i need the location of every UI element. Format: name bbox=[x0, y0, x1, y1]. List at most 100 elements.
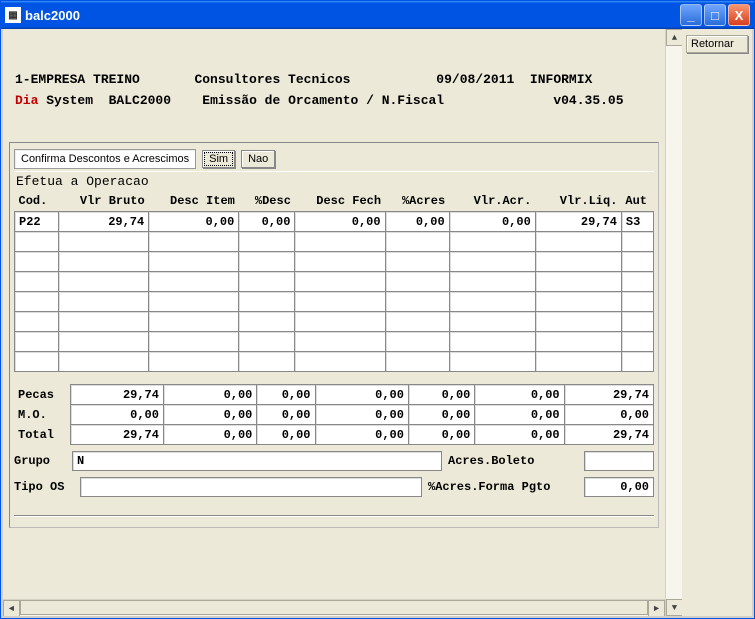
cell-desc_item[interactable] bbox=[149, 292, 239, 312]
cell-cod[interactable] bbox=[15, 232, 59, 252]
cell-aut[interactable] bbox=[621, 252, 653, 272]
cell-vlr_acr[interactable] bbox=[449, 232, 535, 252]
cell-desc_fech[interactable] bbox=[295, 252, 385, 272]
cell-cod[interactable] bbox=[15, 332, 59, 352]
cell-vlr_acr[interactable] bbox=[449, 252, 535, 272]
vertical-scrollbar[interactable]: ▲ ▼ bbox=[665, 29, 682, 616]
cell-vlr_liq[interactable] bbox=[535, 332, 621, 352]
cell-aut[interactable]: S3 bbox=[621, 212, 653, 232]
cell-vlr_bruto[interactable] bbox=[59, 332, 149, 352]
minimize-button[interactable]: _ bbox=[680, 4, 702, 26]
cell-vlr_acr[interactable] bbox=[449, 312, 535, 332]
cell-desc_fech[interactable] bbox=[295, 332, 385, 352]
cell-vlr_acr[interactable] bbox=[449, 352, 535, 372]
cell-desc_fech[interactable]: 0,00 bbox=[295, 212, 385, 232]
cell-pct_desc[interactable] bbox=[239, 272, 295, 292]
cell-desc_item[interactable] bbox=[149, 352, 239, 372]
cell-desc_item[interactable]: 0,00 bbox=[149, 212, 239, 232]
cell-cod[interactable] bbox=[15, 272, 59, 292]
cell-vlr_liq[interactable] bbox=[535, 352, 621, 372]
cell-aut[interactable] bbox=[621, 332, 653, 352]
mo-desc-item: 0,00 bbox=[163, 405, 256, 425]
maximize-button[interactable]: □ bbox=[704, 4, 726, 26]
cell-desc_item[interactable] bbox=[149, 272, 239, 292]
grupo-row: Grupo N Acres.Boleto bbox=[14, 451, 654, 471]
cell-vlr_bruto[interactable] bbox=[59, 232, 149, 252]
window-title: balc2000 bbox=[25, 8, 680, 23]
cell-pct_acres[interactable] bbox=[385, 232, 449, 252]
cell-pct_desc[interactable] bbox=[239, 252, 295, 272]
cell-vlr_bruto[interactable] bbox=[59, 292, 149, 312]
hscroll-thumb[interactable] bbox=[20, 600, 648, 615]
cell-pct_acres[interactable] bbox=[385, 252, 449, 272]
cell-vlr_bruto[interactable] bbox=[59, 252, 149, 272]
cell-aut[interactable] bbox=[621, 312, 653, 332]
cell-vlr_acr[interactable] bbox=[449, 272, 535, 292]
cell-desc_item[interactable] bbox=[149, 332, 239, 352]
cell-vlr_liq[interactable] bbox=[535, 272, 621, 292]
cell-pct_acres[interactable] bbox=[385, 352, 449, 372]
acres-boleto-field[interactable] bbox=[584, 451, 654, 471]
cell-pct_acres[interactable] bbox=[385, 292, 449, 312]
cell-vlr_liq[interactable] bbox=[535, 232, 621, 252]
cell-cod[interactable] bbox=[15, 312, 59, 332]
col-vlr-liq: Vlr.Liq. bbox=[535, 191, 621, 212]
scroll-down-icon[interactable]: ▼ bbox=[666, 599, 683, 616]
cell-pct_desc[interactable] bbox=[239, 332, 295, 352]
cell-aut[interactable] bbox=[621, 292, 653, 312]
cell-cod[interactable] bbox=[15, 252, 59, 272]
cell-cod[interactable] bbox=[15, 352, 59, 372]
pct-acres-pgto-field[interactable]: 0,00 bbox=[584, 477, 654, 497]
scroll-left-icon[interactable]: ◄ bbox=[3, 600, 20, 616]
horizontal-scrollbar[interactable]: ◄ ► bbox=[3, 599, 665, 616]
close-button[interactable]: X bbox=[728, 4, 750, 26]
cell-desc_item[interactable] bbox=[149, 252, 239, 272]
tipoos-field[interactable] bbox=[80, 477, 422, 497]
cell-pct_desc[interactable] bbox=[239, 352, 295, 372]
sim-button[interactable]: Sim bbox=[202, 150, 235, 168]
scroll-right-icon[interactable]: ► bbox=[648, 600, 665, 616]
cell-pct_acres[interactable]: 0,00 bbox=[385, 212, 449, 232]
cell-desc_fech[interactable] bbox=[295, 312, 385, 332]
cell-cod[interactable] bbox=[15, 292, 59, 312]
cell-vlr_liq[interactable]: 29,74 bbox=[535, 212, 621, 232]
app-icon: ▦ bbox=[5, 7, 21, 23]
cell-vlr_bruto[interactable]: 29,74 bbox=[59, 212, 149, 232]
cell-pct_acres[interactable] bbox=[385, 332, 449, 352]
cell-pct_desc[interactable] bbox=[239, 312, 295, 332]
cell-vlr_liq[interactable] bbox=[535, 312, 621, 332]
cell-vlr_bruto[interactable] bbox=[59, 352, 149, 372]
total-vlr-acr: 0,00 bbox=[475, 425, 564, 445]
cell-desc_item[interactable] bbox=[149, 312, 239, 332]
cell-aut[interactable] bbox=[621, 352, 653, 372]
cell-pct_desc[interactable] bbox=[239, 292, 295, 312]
cell-pct_acres[interactable] bbox=[385, 272, 449, 292]
cell-vlr_liq[interactable] bbox=[535, 252, 621, 272]
cell-cod[interactable]: P22 bbox=[15, 212, 59, 232]
cell-pct_acres[interactable] bbox=[385, 312, 449, 332]
efetua-label: Efetua a Operacao bbox=[14, 171, 654, 191]
cell-vlr_acr[interactable]: 0,00 bbox=[449, 212, 535, 232]
cell-pct_desc[interactable] bbox=[239, 232, 295, 252]
tipoos-label: Tipo OS bbox=[14, 480, 74, 494]
cell-vlr_acr[interactable] bbox=[449, 332, 535, 352]
cell-vlr_bruto[interactable] bbox=[59, 312, 149, 332]
grupo-field[interactable]: N bbox=[72, 451, 442, 471]
cell-pct_desc[interactable]: 0,00 bbox=[239, 212, 295, 232]
cell-aut[interactable] bbox=[621, 232, 653, 252]
retornar-button[interactable]: Retornar bbox=[686, 35, 748, 53]
cell-aut[interactable] bbox=[621, 272, 653, 292]
cell-vlr_liq[interactable] bbox=[535, 292, 621, 312]
mo-desc-fech: 0,00 bbox=[315, 405, 408, 425]
cell-desc_fech[interactable] bbox=[295, 272, 385, 292]
cell-desc_fech[interactable] bbox=[295, 352, 385, 372]
nao-button[interactable]: Nao bbox=[241, 150, 275, 168]
cell-vlr_acr[interactable] bbox=[449, 292, 535, 312]
cell-vlr_bruto[interactable] bbox=[59, 272, 149, 292]
cell-desc_item[interactable] bbox=[149, 232, 239, 252]
cell-desc_fech[interactable] bbox=[295, 232, 385, 252]
col-desc-item: Desc Item bbox=[149, 191, 239, 212]
cell-desc_fech[interactable] bbox=[295, 292, 385, 312]
summary-table: Pecas 29,74 0,00 0,00 0,00 0,00 0,00 29,… bbox=[14, 384, 654, 445]
scroll-up-icon[interactable]: ▲ bbox=[666, 29, 683, 46]
